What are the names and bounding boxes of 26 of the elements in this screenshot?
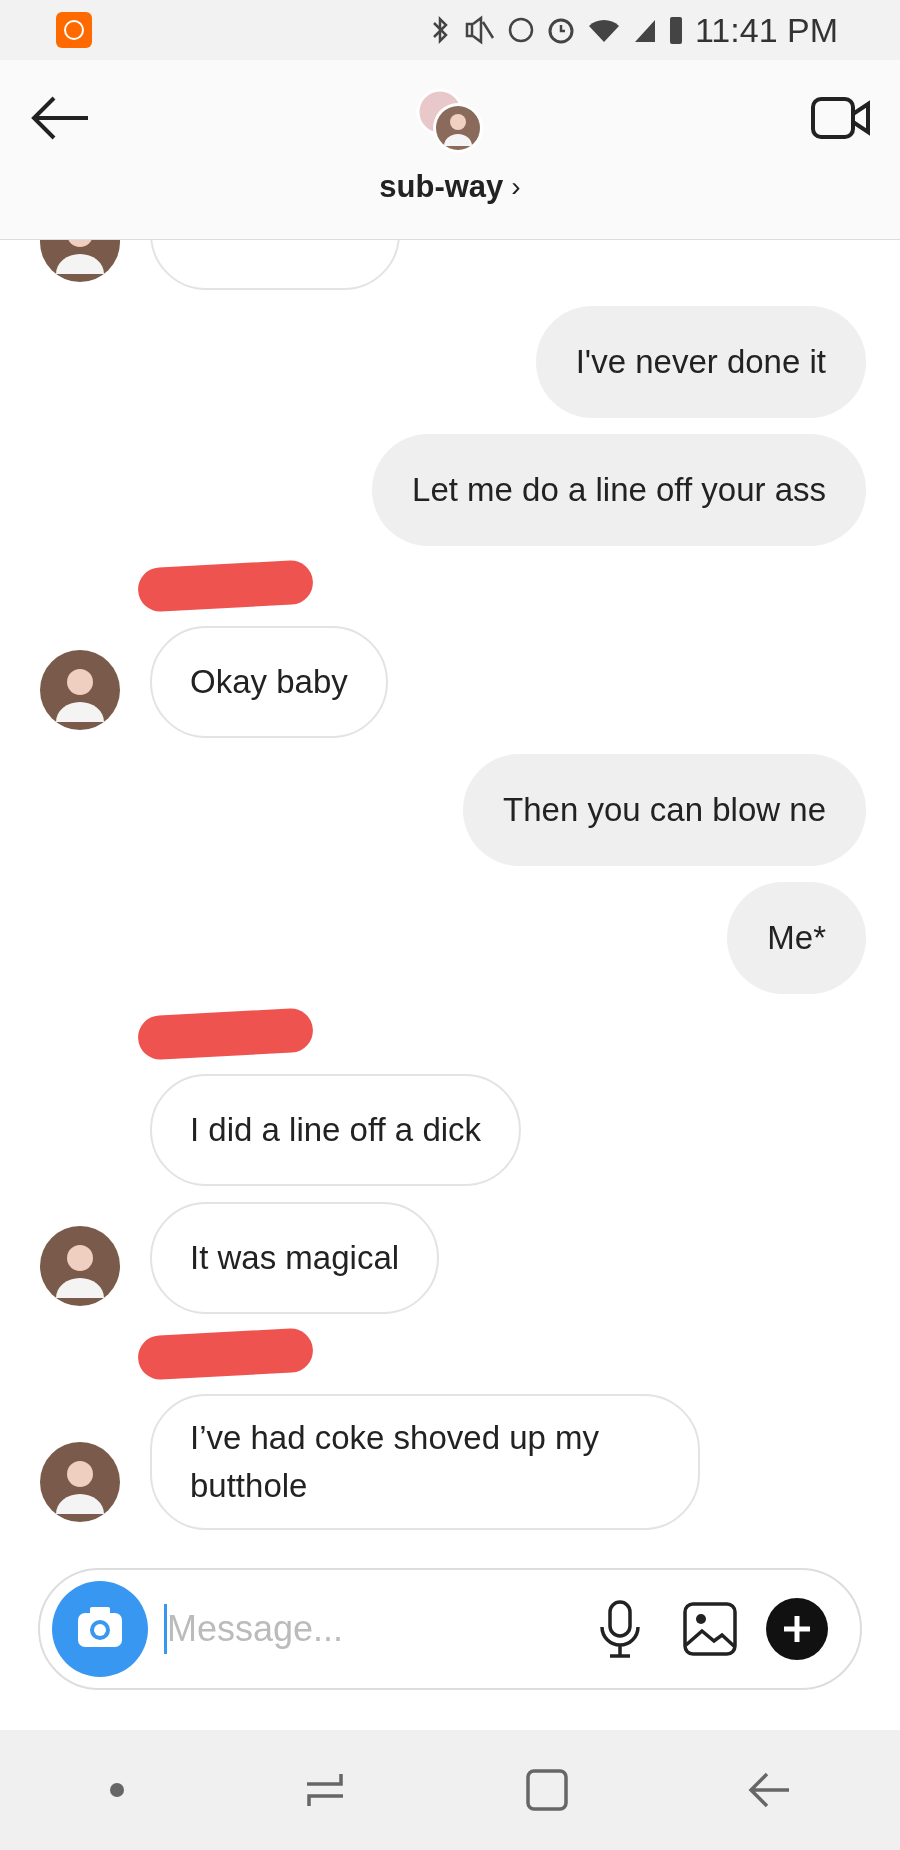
avatar[interactable] xyxy=(40,1226,120,1306)
message-bubble: Then you can blow ne xyxy=(463,754,866,866)
home-icon[interactable] xyxy=(525,1768,569,1812)
back-arrow-icon[interactable] xyxy=(30,96,90,140)
video-call-icon[interactable] xyxy=(810,96,872,140)
battery-icon xyxy=(669,14,683,46)
app-notification-icon xyxy=(56,12,92,48)
message-bubble: I’ve had coke shoved up my butthole xyxy=(150,1394,700,1530)
message-bubble: It was magical xyxy=(150,1202,440,1314)
plus-icon[interactable] xyxy=(766,1598,828,1660)
message-bubble: Okay baby xyxy=(150,626,388,738)
message-bubble: Me* xyxy=(727,882,866,994)
camera-button[interactable] xyxy=(52,1581,148,1677)
message-bubble: I've never done it xyxy=(535,306,866,418)
text-cursor xyxy=(164,1604,167,1654)
conversation-title[interactable]: sub-way › xyxy=(379,164,521,211)
microphone-icon[interactable] xyxy=(598,1599,642,1659)
avatar[interactable] xyxy=(40,650,120,730)
message-bubble: Let me do a line off your ass xyxy=(372,434,866,546)
status-time: 11:41 PM xyxy=(695,9,838,51)
gallery-icon[interactable] xyxy=(682,1601,738,1657)
avatar[interactable] xyxy=(40,1442,120,1522)
message-bubble: I did a line off a dick xyxy=(150,1074,522,1186)
mute-icon xyxy=(463,14,495,46)
dot-icon[interactable] xyxy=(109,1782,125,1798)
message-input[interactable]: Message... xyxy=(167,1602,467,1656)
